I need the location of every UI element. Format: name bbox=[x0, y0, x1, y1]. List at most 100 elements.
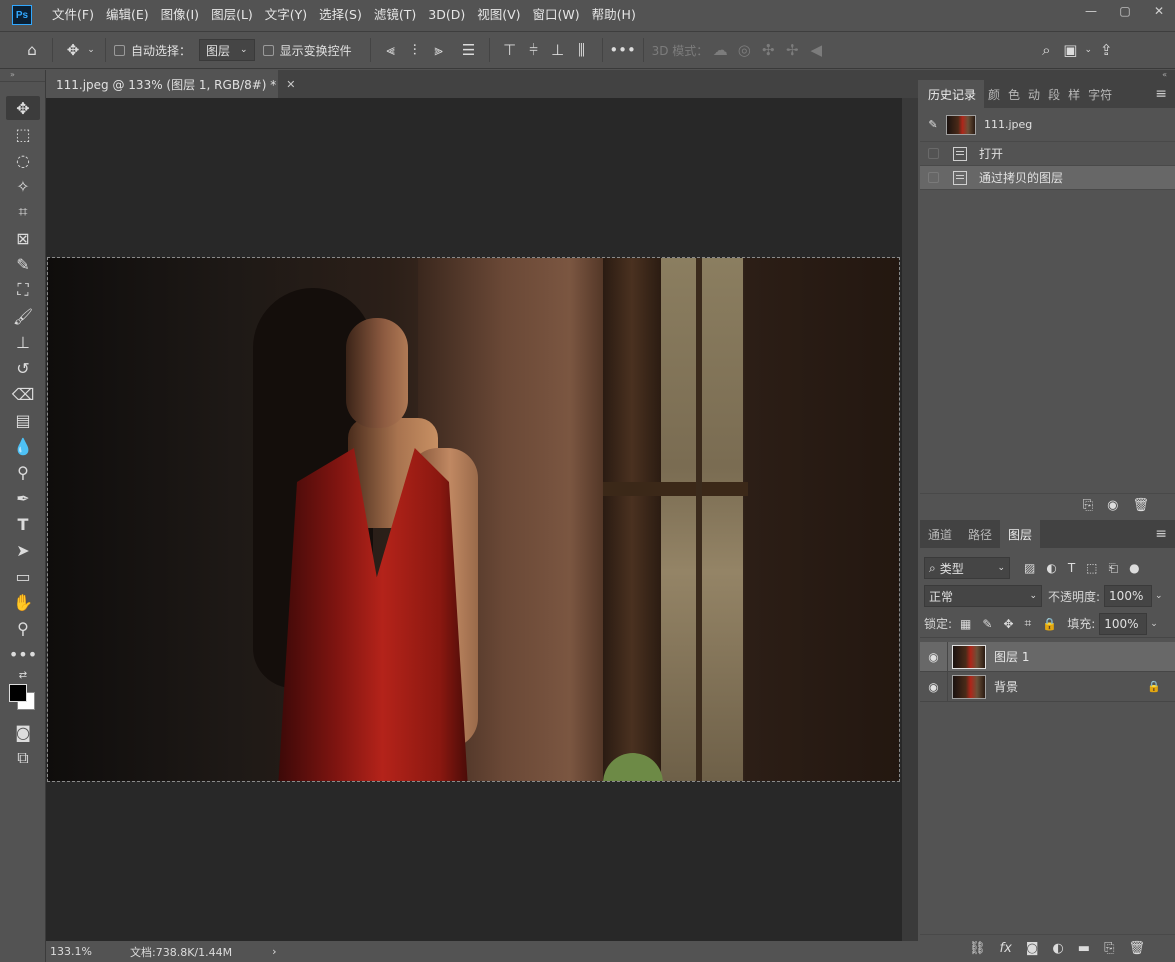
filter-adjustment-icon[interactable]: ◐ bbox=[1046, 561, 1056, 575]
3d-roll-icon[interactable]: ◎ bbox=[732, 38, 756, 62]
layer-row[interactable]: ◉ 图层 1 bbox=[920, 641, 1175, 672]
align-right-icon[interactable]: ⫸ bbox=[427, 38, 451, 62]
eyedropper-tool-icon[interactable]: ✎ bbox=[6, 252, 40, 276]
screen-mode-icon[interactable]: ⧉ bbox=[6, 746, 40, 770]
add-mask-icon[interactable]: ◙ bbox=[1026, 941, 1039, 956]
lock-transparent-icon[interactable]: ▦ bbox=[960, 617, 971, 631]
close-window-icon[interactable]: ✕ bbox=[1143, 0, 1175, 22]
align-bottom-icon[interactable]: ⊥ bbox=[546, 38, 570, 62]
filter-pixel-icon[interactable]: ▨ bbox=[1024, 561, 1035, 575]
menu-edit[interactable]: 编辑(E) bbox=[100, 0, 155, 30]
align-middle-icon[interactable]: ⫩ bbox=[522, 38, 546, 62]
tab-history[interactable]: 历史记录 bbox=[920, 80, 985, 108]
move-tool-icon[interactable]: ✥ bbox=[61, 38, 85, 62]
distribute-icon[interactable]: ☰ bbox=[457, 38, 481, 62]
chevron-down-icon[interactable]: ⌄ bbox=[1082, 38, 1094, 62]
filter-smart-object-icon[interactable]: ⎗ bbox=[1109, 561, 1119, 576]
lock-artboard-icon[interactable]: ⌗ bbox=[1025, 616, 1032, 631]
menu-image[interactable]: 图像(I) bbox=[155, 0, 205, 30]
menu-3d[interactable]: 3D(D) bbox=[422, 0, 471, 30]
maximize-icon[interactable]: ▢ bbox=[1109, 0, 1141, 22]
history-source-checkbox[interactable] bbox=[928, 148, 939, 159]
frame-tool-icon[interactable]: ⊠ bbox=[6, 226, 40, 250]
visibility-eye-icon[interactable]: ◉ bbox=[920, 641, 948, 672]
camera-icon[interactable]: ◉ bbox=[1107, 498, 1118, 513]
3d-camera-icon[interactable]: ◀ bbox=[804, 38, 828, 62]
pen-tool-icon[interactable]: ✒ bbox=[6, 486, 40, 510]
search-icon[interactable]: ⌕ bbox=[1034, 38, 1058, 62]
menu-file[interactable]: 文件(F) bbox=[46, 0, 100, 30]
layer-row[interactable]: ◉ 背景 🔒 bbox=[920, 671, 1175, 702]
lasso-tool-icon[interactable]: ◌ bbox=[6, 148, 40, 172]
3d-slide-icon[interactable]: ✢ bbox=[780, 38, 804, 62]
menu-layer[interactable]: 图层(L) bbox=[205, 0, 259, 30]
more-tools-icon[interactable]: ••• bbox=[6, 642, 40, 666]
tab-character[interactable]: 字符 bbox=[1084, 80, 1116, 108]
menu-help[interactable]: 帮助(H) bbox=[586, 0, 642, 30]
3d-pan-icon[interactable]: ✣ bbox=[756, 38, 780, 62]
filter-type-icon[interactable]: T bbox=[1068, 561, 1075, 575]
magic-wand-tool-icon[interactable]: ✧ bbox=[6, 174, 40, 198]
layer-filter-dropdown[interactable]: ⌕ 类型 ⌄ bbox=[924, 557, 1010, 579]
tab-styles[interactable]: 样 bbox=[1064, 80, 1084, 108]
opacity-input[interactable]: 100% bbox=[1104, 585, 1153, 607]
zoom-level[interactable]: 133.1% bbox=[50, 945, 130, 958]
gradient-tool-icon[interactable]: ▤ bbox=[6, 408, 40, 432]
vertical-scrollbar[interactable] bbox=[902, 98, 918, 941]
swap-colors-icon[interactable]: ⇄ bbox=[6, 668, 40, 682]
show-transform-checkbox[interactable] bbox=[262, 44, 274, 56]
3d-orbit-icon[interactable]: ☁ bbox=[708, 38, 732, 62]
link-layers-icon[interactable]: ⛓ bbox=[969, 941, 986, 956]
trash-icon[interactable]: 🗑 bbox=[1128, 941, 1145, 956]
new-document-from-state-icon[interactable]: ⎘ bbox=[1083, 498, 1093, 513]
more-options-icon[interactable]: ••• bbox=[609, 38, 636, 62]
minimize-icon[interactable]: — bbox=[1075, 0, 1107, 22]
lock-all-icon[interactable]: 🔒 bbox=[1042, 617, 1057, 631]
auto-select-dropdown[interactable]: 图层 ⌄ bbox=[199, 39, 255, 61]
home-icon[interactable]: ⌂ bbox=[20, 38, 44, 62]
new-group-folder-icon[interactable]: ▬ bbox=[1078, 941, 1090, 956]
layer-style-fx-icon[interactable]: fx bbox=[1000, 941, 1012, 956]
align-top-icon[interactable]: ⊤ bbox=[498, 38, 522, 62]
filter-shape-icon[interactable]: ⬚ bbox=[1086, 561, 1097, 575]
tab-actions[interactable]: 动 bbox=[1024, 80, 1044, 108]
filter-toggle-icon[interactable]: ● bbox=[1129, 561, 1139, 575]
new-layer-icon[interactable]: ⎘ bbox=[1104, 941, 1114, 956]
tab-channels[interactable]: 通道 bbox=[920, 520, 960, 548]
adjustment-layer-icon[interactable]: ◐ bbox=[1052, 941, 1063, 956]
visibility-eye-icon[interactable]: ◉ bbox=[920, 671, 948, 702]
history-snapshot[interactable]: ✎ 111.jpeg bbox=[920, 108, 1175, 142]
chevron-down-icon[interactable]: ⌄ bbox=[85, 38, 97, 62]
tab-layers[interactable]: 图层 bbox=[1000, 520, 1041, 548]
document-tab[interactable]: 111.jpeg @ 133% (图层 1, RGB/8#) * ✕ bbox=[46, 70, 296, 98]
brush-tool-icon[interactable]: 🖌 bbox=[6, 304, 40, 328]
align-left-icon[interactable]: ⫷ bbox=[379, 38, 403, 62]
canvas-image[interactable] bbox=[47, 257, 900, 782]
panel-menu-icon[interactable]: ≡ bbox=[1155, 86, 1167, 102]
tab-color[interactable]: 色 bbox=[1004, 80, 1024, 108]
menu-view[interactable]: 视图(V) bbox=[471, 0, 526, 30]
menu-type[interactable]: 文字(Y) bbox=[259, 0, 313, 30]
foreground-color-swatch[interactable] bbox=[9, 684, 27, 702]
fill-input[interactable]: 100% bbox=[1099, 612, 1148, 635]
tab-paragraph[interactable]: 段 bbox=[1044, 80, 1064, 108]
menu-select[interactable]: 选择(S) bbox=[313, 0, 368, 30]
share-icon[interactable]: ⇪ bbox=[1094, 38, 1118, 62]
panel-menu-icon[interactable]: ≡ bbox=[1155, 526, 1167, 542]
marquee-tool-icon[interactable]: ⬚ bbox=[6, 122, 40, 146]
blend-mode-dropdown[interactable]: 正常 ⌄ bbox=[924, 585, 1042, 607]
history-brush-source-icon[interactable]: ✎ bbox=[920, 118, 946, 131]
status-menu-chevron-icon[interactable]: › bbox=[272, 945, 276, 958]
menu-filter[interactable]: 滤镜(T) bbox=[368, 0, 422, 30]
tab-paths[interactable]: 路径 bbox=[960, 520, 1000, 548]
stamp-tool-icon[interactable]: ⊥ bbox=[6, 330, 40, 354]
menu-window[interactable]: 窗口(W) bbox=[527, 0, 586, 30]
lock-position-icon[interactable]: ✥ bbox=[1003, 617, 1013, 631]
rectangle-tool-icon[interactable]: ▭ bbox=[6, 564, 40, 588]
align-center-icon[interactable]: ⫶ bbox=[403, 38, 427, 62]
blur-tool-icon[interactable]: 💧 bbox=[6, 434, 40, 458]
type-tool-icon[interactable]: T bbox=[6, 512, 40, 536]
eraser-tool-icon[interactable]: ⌫ bbox=[6, 382, 40, 406]
zoom-tool-icon[interactable]: ⚲ bbox=[6, 616, 40, 640]
move-tool-icon[interactable]: ✥ bbox=[6, 96, 40, 120]
